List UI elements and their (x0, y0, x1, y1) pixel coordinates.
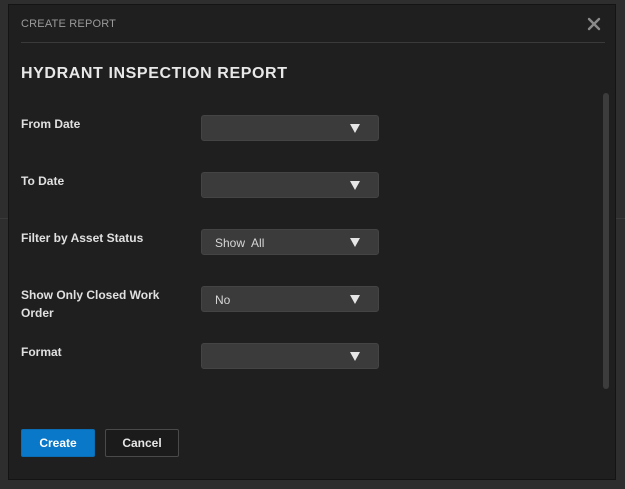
dropdown-arrow-icon (350, 124, 360, 133)
dropdown-arrow-icon (350, 181, 360, 190)
create-report-dialog: CREATE REPORT HYDRANT INSPECTION REPORT … (8, 4, 616, 480)
report-title: HYDRANT INSPECTION REPORT (21, 65, 288, 82)
dialog-header: CREATE REPORT (9, 5, 615, 43)
dropdown-arrow-icon (350, 352, 360, 361)
from-date-label: From Date (21, 117, 81, 131)
asset-status-value: Show All (215, 236, 265, 250)
header-divider (21, 42, 605, 43)
asset-status-select[interactable]: Show All (201, 229, 379, 255)
vertical-scrollbar[interactable] (603, 93, 609, 389)
to-date-label: To Date (21, 174, 65, 188)
from-date-select[interactable] (201, 115, 379, 141)
asset-status-label: Filter by Asset Status (21, 231, 144, 245)
create-button[interactable]: Create (21, 429, 95, 457)
close-icon[interactable] (585, 15, 603, 33)
format-label: Format (21, 345, 62, 359)
format-select[interactable] (201, 343, 379, 369)
dropdown-arrow-icon (350, 295, 360, 304)
close-icon-glyph (587, 17, 601, 31)
dialog-title: CREATE REPORT (21, 18, 117, 30)
closed-work-order-label: Show Only Closed Work Order (21, 288, 160, 320)
dropdown-arrow-icon (350, 238, 360, 247)
cancel-button[interactable]: Cancel (105, 429, 179, 457)
closed-work-order-select[interactable]: No (201, 286, 379, 312)
to-date-select[interactable] (201, 172, 379, 198)
closed-work-order-value: No (215, 293, 231, 307)
